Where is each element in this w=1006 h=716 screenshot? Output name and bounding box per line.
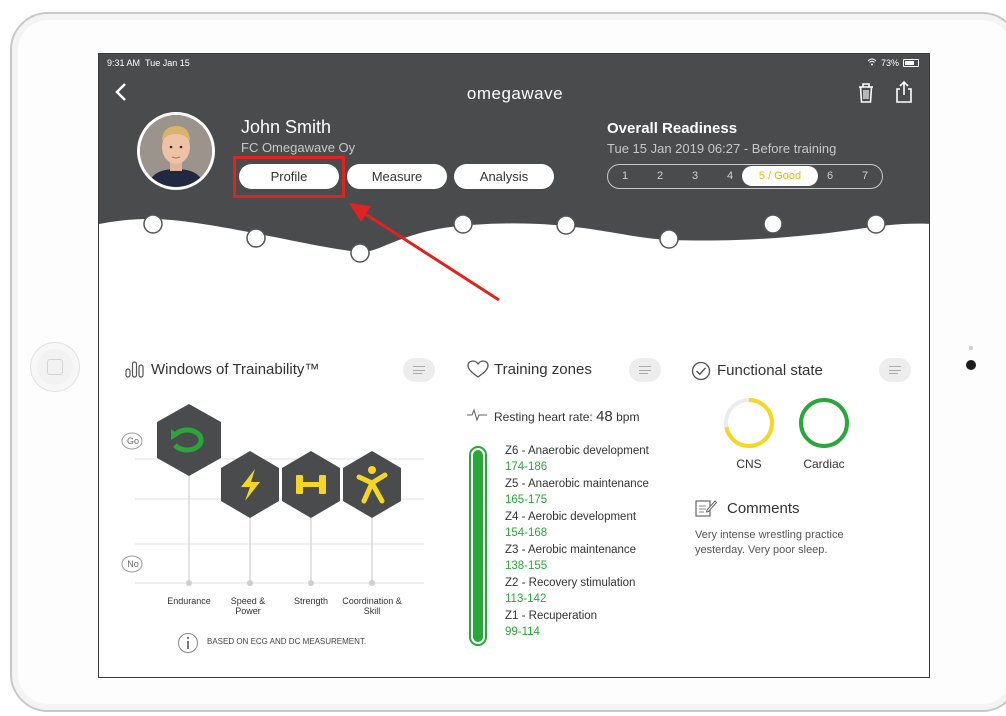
functional-state-rings (724, 398, 849, 448)
zone-range: 154-168 (505, 527, 548, 539)
readiness-scale: 1 2 3 4 5 / Good 6 7 (607, 164, 883, 189)
share-button[interactable] (895, 80, 913, 109)
endurance-hex (157, 404, 221, 476)
scale-3: 3 (692, 170, 699, 182)
check-circle-icon (691, 361, 711, 381)
bars-icon (125, 361, 144, 378)
camera-dot (966, 360, 976, 370)
training-zones-menu-button[interactable] (629, 358, 661, 382)
functional-state-menu-button[interactable] (879, 358, 911, 382)
zone-name: Z5 - Anaerobic maintenance (505, 478, 649, 490)
share-icon (896, 80, 912, 103)
label-endurance: Endurance (167, 596, 211, 606)
timeline-dot (246, 228, 266, 248)
zone-range: 174-186 (505, 461, 548, 473)
battery-icon (903, 59, 919, 67)
timeline-dot (866, 214, 886, 234)
athlete-club: FC Omegawave Oy (241, 140, 356, 155)
windows-title: Windows of Trainability™ (151, 361, 320, 378)
label-speed-power: Speed & Power (230, 596, 266, 616)
profile-highlight-box (233, 156, 345, 198)
heart-icon (467, 360, 489, 378)
pulse-icon (467, 408, 487, 422)
battery-percent: 73% (880, 58, 899, 68)
zone-name: Z4 - Aerobic development (505, 511, 637, 523)
zone-range: 138-155 (505, 560, 548, 572)
status-time-text: 9:31 AM (107, 58, 141, 68)
delete-button[interactable] (857, 82, 875, 109)
label-coordination: Coordination & Skill (342, 596, 402, 616)
athlete-photo (140, 115, 212, 187)
scale-5-active: 5 / Good (742, 166, 818, 186)
cns-label: CNS (736, 457, 762, 471)
zone-range: 165-175 (505, 494, 548, 506)
zones-bar (469, 446, 487, 646)
training-zones-title: Training zones (494, 361, 592, 378)
avatar[interactable] (137, 112, 215, 190)
timeline-dot (763, 214, 783, 234)
comments-text: Very intense wrestling practice yesterda… (695, 529, 844, 556)
no-label: No (127, 559, 139, 569)
go-label: Go (126, 436, 139, 446)
zone-name: Z6 - Anaerobic development (505, 445, 649, 457)
functional-state-title: Functional state (717, 362, 823, 379)
readiness-title: Overall Readiness (607, 120, 738, 137)
windows-chart (121, 404, 424, 586)
resting-heart-rate: Resting heart rate: 48 bpm (494, 408, 639, 425)
zone-name: Z1 - Recuperation (505, 610, 598, 622)
windows-menu-button[interactable] (403, 358, 435, 382)
timeline-dot (143, 214, 163, 234)
wifi-icon (867, 58, 877, 68)
timeline-dot (556, 215, 576, 235)
timeline-dot (659, 229, 679, 249)
measurement-note: BASED ON ECG AND DC MEASUREMENT. (207, 637, 367, 646)
scale-7: 7 (862, 170, 869, 182)
cardiac-ring (799, 398, 849, 448)
scale-1: 1 (622, 170, 629, 182)
trash-icon (859, 83, 873, 103)
app-screen: 9:31 AM Tue Jan 15 73% omegawave John Sm… (98, 53, 930, 678)
app-logo: omegawave (466, 84, 564, 103)
zone-range: 113-142 (505, 593, 547, 605)
zone-name: Z3 - Aerobic maintenance (505, 544, 637, 556)
status-right: 73% (867, 58, 919, 68)
readiness-subtitle: Tue 15 Jan 2019 06:27 - Before training (607, 141, 837, 156)
resting-unit: bpm (616, 410, 640, 424)
resting-label: Resting heart rate: (494, 410, 593, 424)
comments-title: Comments (727, 500, 800, 517)
tab-measure[interactable]: Measure (347, 164, 447, 189)
zone-name: Z2 - Recovery stimulation (505, 577, 636, 589)
resting-value: 48 (596, 408, 613, 425)
home-button[interactable] (30, 342, 80, 392)
zone-range: 99-114 (505, 626, 540, 638)
info-icon[interactable] (177, 632, 199, 654)
status-time: 9:31 AM Tue Jan 15 (107, 58, 190, 68)
scale-2: 2 (657, 170, 664, 182)
sensor-dot (969, 346, 973, 350)
edit-note-icon (695, 500, 717, 517)
label-strength: Strength (293, 596, 329, 606)
tab-analysis[interactable]: Analysis (454, 164, 554, 189)
scale-4: 4 (727, 170, 734, 182)
scale-6: 6 (827, 170, 834, 182)
athlete-name: John Smith (241, 117, 332, 137)
status-date-text: Tue Jan 15 (145, 58, 190, 68)
annotation-arrow (349, 203, 500, 302)
cardiac-label: Cardiac (803, 457, 845, 471)
